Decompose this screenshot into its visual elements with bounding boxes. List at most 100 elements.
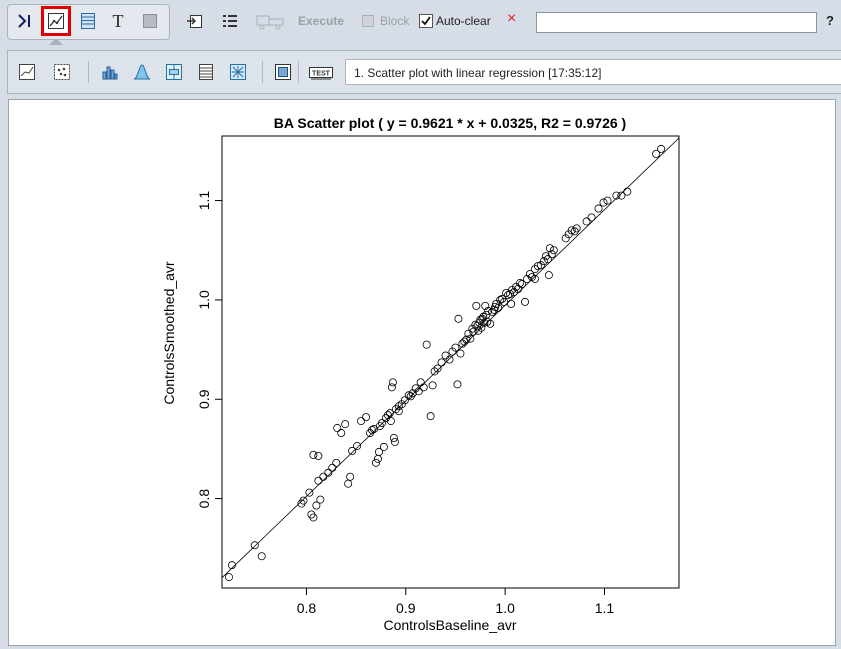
density-icon xyxy=(133,64,151,80)
fit-icon xyxy=(275,64,291,80)
test-button[interactable]: TEST xyxy=(307,60,335,84)
data-point xyxy=(445,355,454,364)
data-point xyxy=(314,476,323,485)
text-view-button[interactable]: T xyxy=(106,9,130,33)
list-icon xyxy=(223,15,237,27)
y-tick-label: 0.8 xyxy=(196,489,212,509)
collapse-icon xyxy=(18,14,30,28)
chart-title: BA Scatter plot ( y = 0.9621 * x + 0.032… xyxy=(274,115,626,131)
data-point xyxy=(257,552,266,561)
data-point xyxy=(428,381,437,390)
data-point xyxy=(309,450,318,459)
load-button[interactable] xyxy=(183,9,207,33)
data-point xyxy=(549,246,558,255)
cluster-button[interactable] xyxy=(226,60,250,84)
data-point xyxy=(316,495,325,504)
block-button[interactable]: Block xyxy=(380,14,409,28)
x-tick-label: 0.8 xyxy=(297,600,317,616)
data-point xyxy=(333,424,342,433)
data-point xyxy=(599,198,608,207)
scatter-chart: BA Scatter plot ( y = 0.9621 * x + 0.032… xyxy=(161,115,680,633)
data-point xyxy=(328,463,337,472)
chart-icon xyxy=(48,13,64,29)
checkmark-icon xyxy=(421,16,431,26)
list-button[interactable] xyxy=(218,9,242,33)
svg-text:T: T xyxy=(113,11,124,31)
execute-button[interactable]: Execute xyxy=(298,14,344,28)
data-point xyxy=(250,541,259,550)
histogram-button[interactable] xyxy=(98,60,122,84)
scatter-plot-button[interactable] xyxy=(50,60,74,84)
toolbar-separator xyxy=(298,61,299,83)
x-axis-label: ControlsBaseline_avr xyxy=(383,617,516,633)
data-point xyxy=(437,358,446,367)
collapse-panel-button[interactable] xyxy=(13,9,37,33)
autoclear-checkbox[interactable] xyxy=(419,14,433,28)
x-tick-label: 1.0 xyxy=(495,600,515,616)
data-point xyxy=(603,196,612,205)
density-button[interactable] xyxy=(130,60,154,84)
data-point xyxy=(344,479,353,488)
clear-button[interactable]: × xyxy=(507,10,516,28)
data-point xyxy=(507,299,516,308)
data-point xyxy=(430,367,439,376)
data-point xyxy=(346,472,355,481)
data-point xyxy=(379,442,388,451)
regression-line xyxy=(221,137,680,578)
summary-table-button[interactable] xyxy=(194,60,218,84)
data-point xyxy=(319,472,328,481)
help-button[interactable]: ? xyxy=(826,13,834,28)
selected-tab-indicator xyxy=(49,38,63,45)
data-point xyxy=(305,488,314,497)
data-point xyxy=(388,378,397,387)
test-icon: TEST xyxy=(309,67,333,80)
data-point xyxy=(453,380,462,389)
data-point xyxy=(371,458,380,467)
toolbar-separator xyxy=(262,61,263,83)
table-icon xyxy=(81,13,95,29)
y-axis-label: ControlsSmoothed_avr xyxy=(161,261,177,405)
data-point xyxy=(362,413,371,422)
data-point xyxy=(426,412,435,421)
data-point xyxy=(314,451,323,460)
data-point xyxy=(454,314,463,323)
text-icon: T xyxy=(113,11,124,31)
autoclear-label: Auto-clear xyxy=(436,14,491,28)
data-point xyxy=(390,437,399,446)
svg-text:TEST: TEST xyxy=(312,71,331,78)
data-point xyxy=(544,271,553,280)
data-point xyxy=(623,187,632,196)
data-point xyxy=(657,144,666,153)
data-point xyxy=(441,351,450,360)
data-point xyxy=(594,204,603,213)
plot-panel: BA Scatter plot ( y = 0.9621 * x + 0.032… xyxy=(8,99,836,646)
plot-selector[interactable]: 1. Scatter plot with linear regression [… xyxy=(345,59,841,85)
data-point xyxy=(224,573,233,582)
line-plot-icon xyxy=(19,64,35,80)
fit-button[interactable] xyxy=(271,60,295,84)
data-point xyxy=(506,289,515,298)
execute-icon xyxy=(254,9,290,33)
table-view-button[interactable] xyxy=(76,9,100,33)
plot-view-button[interactable] xyxy=(41,6,71,36)
command-input[interactable] xyxy=(536,12,817,33)
data-point xyxy=(422,340,431,349)
data-point xyxy=(373,454,382,463)
y-tick-label: 1.1 xyxy=(196,191,212,211)
data-point xyxy=(521,297,530,306)
data-point xyxy=(472,301,481,310)
data-point xyxy=(353,441,362,450)
line-plot-button[interactable] xyxy=(15,60,39,84)
summary-table-icon xyxy=(199,64,213,80)
scatter-plot-icon xyxy=(54,64,70,80)
image-icon xyxy=(143,14,157,28)
y-tick-label: 1.0 xyxy=(196,290,212,310)
image-view-button[interactable] xyxy=(138,9,162,33)
boxplot-icon xyxy=(166,64,182,80)
x-tick-label: 1.1 xyxy=(595,600,615,616)
x-tick-label: 0.9 xyxy=(396,600,416,616)
boxplot-button[interactable] xyxy=(162,60,186,84)
data-point xyxy=(387,383,396,392)
data-point xyxy=(341,420,350,429)
cluster-icon xyxy=(230,64,246,80)
